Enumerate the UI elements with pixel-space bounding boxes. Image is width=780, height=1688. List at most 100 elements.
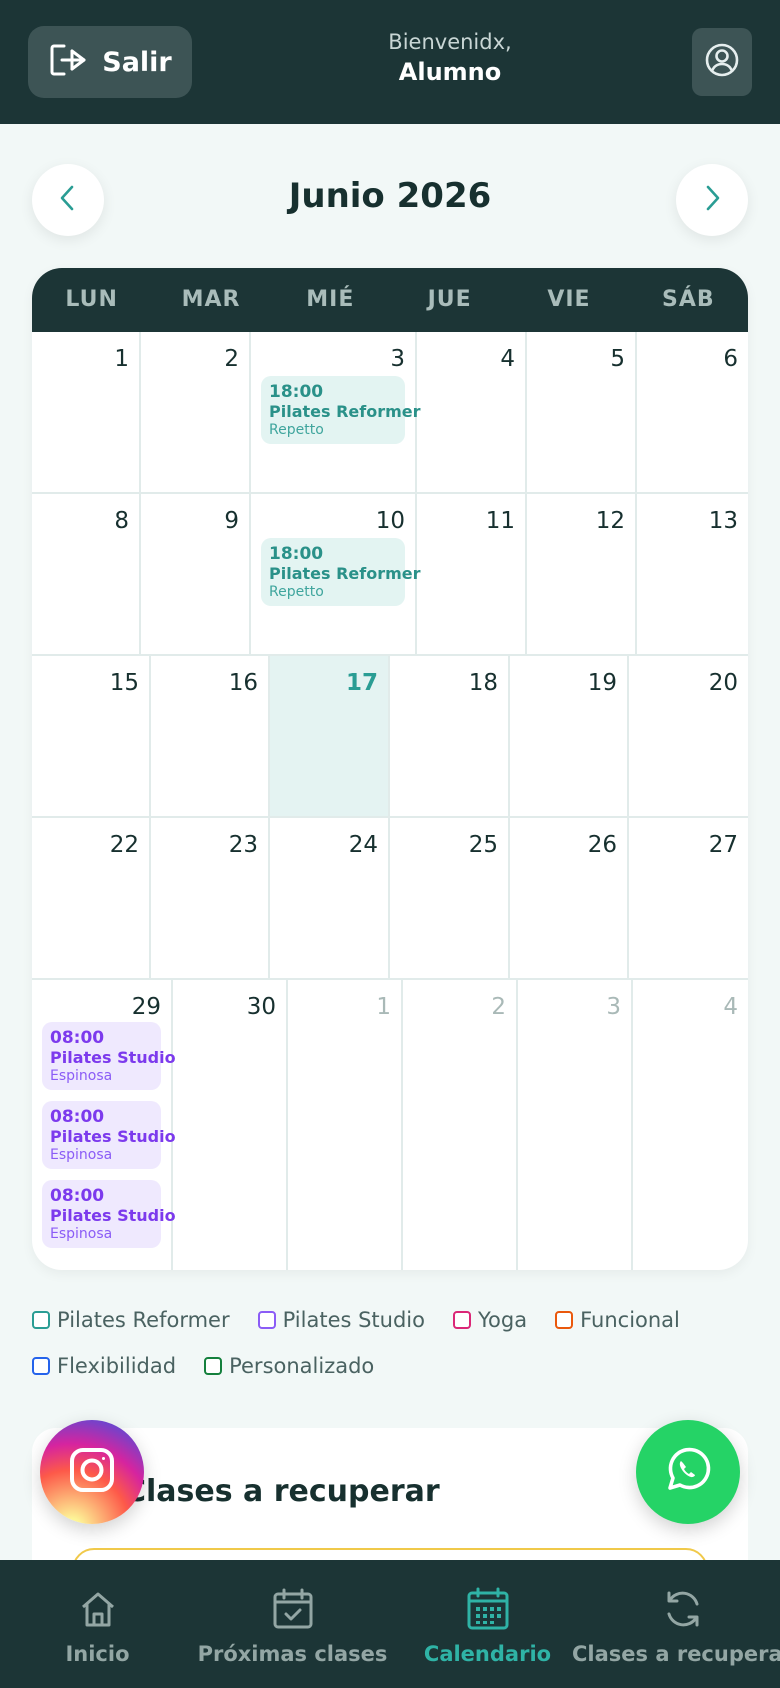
day-number: 27 xyxy=(708,832,738,858)
nav-label: Clases a recuperar xyxy=(572,1642,780,1666)
day-number: 4 xyxy=(500,346,515,372)
profile-button[interactable] xyxy=(692,28,752,96)
next-month-button[interactable] xyxy=(676,164,748,236)
day-number: 26 xyxy=(587,832,617,858)
day-cell[interactable]: 10 18:00 Pilates Reformer Repetto xyxy=(251,494,421,654)
recover-title: Clases a recuperar xyxy=(124,1474,440,1509)
day-number: 1 xyxy=(376,994,391,1020)
day-cell-other-month[interactable]: 1 xyxy=(288,980,403,1270)
event-instructor: Espinosa xyxy=(50,1146,113,1163)
welcome-text: Bienvenidx, xyxy=(388,30,512,54)
nav-label: Próximas clases xyxy=(197,1642,388,1666)
day-cell[interactable]: 1 xyxy=(32,332,141,492)
class-event[interactable]: 08:00 Pilates Studio Espinosa xyxy=(42,1180,176,1249)
day-cell[interactable]: 23 xyxy=(151,818,270,978)
event-time: 08:00 xyxy=(50,1028,105,1048)
day-cell[interactable]: 22 xyxy=(32,818,151,978)
day-cell[interactable]: 2 xyxy=(141,332,251,492)
nav-item-calendario[interactable]: Calendario xyxy=(390,1560,585,1688)
calendar-week: 29 08:00 Pilates Studio Espinosa 08:00 P… xyxy=(32,980,748,1270)
day-cell-other-month[interactable]: 3 xyxy=(518,980,633,1270)
logout-button[interactable]: Salir xyxy=(28,26,192,98)
day-cell-today[interactable]: 17 xyxy=(270,656,390,816)
legend-label: Personalizado xyxy=(229,1354,375,1378)
weekday-header: LUN MAR MIÉ JUE VIE SÁB xyxy=(32,268,748,332)
event-time: 18:00 xyxy=(269,544,324,564)
day-cell[interactable]: 18 xyxy=(390,656,510,816)
day-cell[interactable]: 25 xyxy=(390,818,510,978)
event-name: Pilates Studio xyxy=(50,1048,176,1068)
day-number: 3 xyxy=(390,346,405,372)
day-cell[interactable]: 5 xyxy=(527,332,637,492)
event-name: Pilates Studio xyxy=(50,1127,176,1147)
day-cell[interactable]: 15 xyxy=(32,656,151,816)
day-number: 3 xyxy=(606,994,621,1020)
day-cell[interactable]: 27 xyxy=(629,818,748,978)
legend-label: Pilates Reformer xyxy=(57,1308,230,1332)
day-cell[interactable]: 4 xyxy=(417,332,527,492)
day-number: 9 xyxy=(224,508,239,534)
prev-month-button[interactable] xyxy=(32,164,104,236)
day-cell[interactable]: 13 xyxy=(637,494,748,654)
day-cell[interactable]: 11 xyxy=(417,494,527,654)
day-number: 2 xyxy=(491,994,506,1020)
legend-item: Personalizado xyxy=(204,1354,374,1378)
day-number: 12 xyxy=(595,508,625,534)
day-cell[interactable]: 30 xyxy=(173,980,288,1270)
weekday-fri: VIE xyxy=(547,287,591,312)
event-instructor: Espinosa xyxy=(50,1225,113,1242)
legend-label: Funcional xyxy=(580,1308,680,1332)
calendar-grid-icon xyxy=(466,1586,510,1632)
refresh-icon xyxy=(661,1586,705,1632)
month-title: Junio 2026 xyxy=(288,176,492,216)
day-cell[interactable]: 16 xyxy=(151,656,270,816)
day-number: 16 xyxy=(228,670,258,696)
nav-label: Inicio xyxy=(65,1642,130,1666)
logout-icon xyxy=(48,42,90,82)
day-cell[interactable]: 6 xyxy=(637,332,748,492)
day-number: 22 xyxy=(109,832,139,858)
day-number: 8 xyxy=(114,508,129,534)
day-number: 10 xyxy=(375,508,405,534)
class-event[interactable]: 18:00 Pilates Reformer Repetto xyxy=(261,376,421,445)
calendar-week: 15 16 17 18 19 20 xyxy=(32,656,748,818)
day-cell[interactable]: 3 18:00 Pilates Reformer Repetto xyxy=(251,332,421,492)
event-instructor: Repetto xyxy=(269,583,324,600)
day-number: 13 xyxy=(708,508,738,534)
legend-item: Flexibilidad xyxy=(32,1354,176,1378)
day-cell[interactable]: 26 xyxy=(510,818,629,978)
calendar-check-icon xyxy=(271,1586,315,1632)
legend-swatch xyxy=(257,1311,276,1329)
class-event[interactable]: 18:00 Pilates Reformer Repetto xyxy=(261,538,421,607)
day-cell[interactable]: 20 xyxy=(629,656,748,816)
home-icon xyxy=(78,1586,118,1632)
legend-item: Yoga xyxy=(453,1308,527,1332)
day-cell[interactable]: 8 xyxy=(32,494,141,654)
nav-item-inicio[interactable]: Inicio xyxy=(0,1560,195,1688)
day-number: 4 xyxy=(723,994,738,1020)
day-cell[interactable]: 12 xyxy=(527,494,637,654)
day-number: 15 xyxy=(109,670,139,696)
class-event[interactable]: 08:00 Pilates Studio Espinosa xyxy=(42,1022,176,1091)
day-cell[interactable]: 24 xyxy=(270,818,390,978)
weekday-thu: JUE xyxy=(427,287,472,312)
day-cell[interactable]: 29 08:00 Pilates Studio Espinosa 08:00 P… xyxy=(32,980,176,1270)
whatsapp-button[interactable] xyxy=(636,1420,740,1524)
day-cell-other-month[interactable]: 2 xyxy=(403,980,518,1270)
calendar-grid: LUN MAR MIÉ JUE VIE SÁB 1 2 3 18:00 Pila… xyxy=(32,268,748,1270)
day-cell[interactable]: 19 xyxy=(510,656,629,816)
nav-item-clases-a-recuperar[interactable]: Clases a recuperar xyxy=(572,1560,780,1688)
logout-label: Salir xyxy=(102,46,172,78)
day-cell-other-month[interactable]: 4 xyxy=(633,980,748,1270)
day-number: 20 xyxy=(708,670,738,696)
legend-item: Funcional xyxy=(555,1308,680,1332)
app-header: Salir Bienvenidx, Alumno xyxy=(0,0,780,124)
instagram-button[interactable] xyxy=(40,1420,144,1524)
day-number: 23 xyxy=(228,832,258,858)
class-event[interactable]: 08:00 Pilates Studio Espinosa xyxy=(42,1101,176,1170)
day-cell[interactable]: 9 xyxy=(141,494,251,654)
user-name: Alumno xyxy=(398,58,502,86)
bottom-navigation: Inicio Próximas clases Calendario Clases… xyxy=(0,1560,780,1688)
legend-swatch xyxy=(32,1357,50,1375)
nav-item-proximas-clases[interactable]: Próximas clases xyxy=(195,1560,390,1688)
